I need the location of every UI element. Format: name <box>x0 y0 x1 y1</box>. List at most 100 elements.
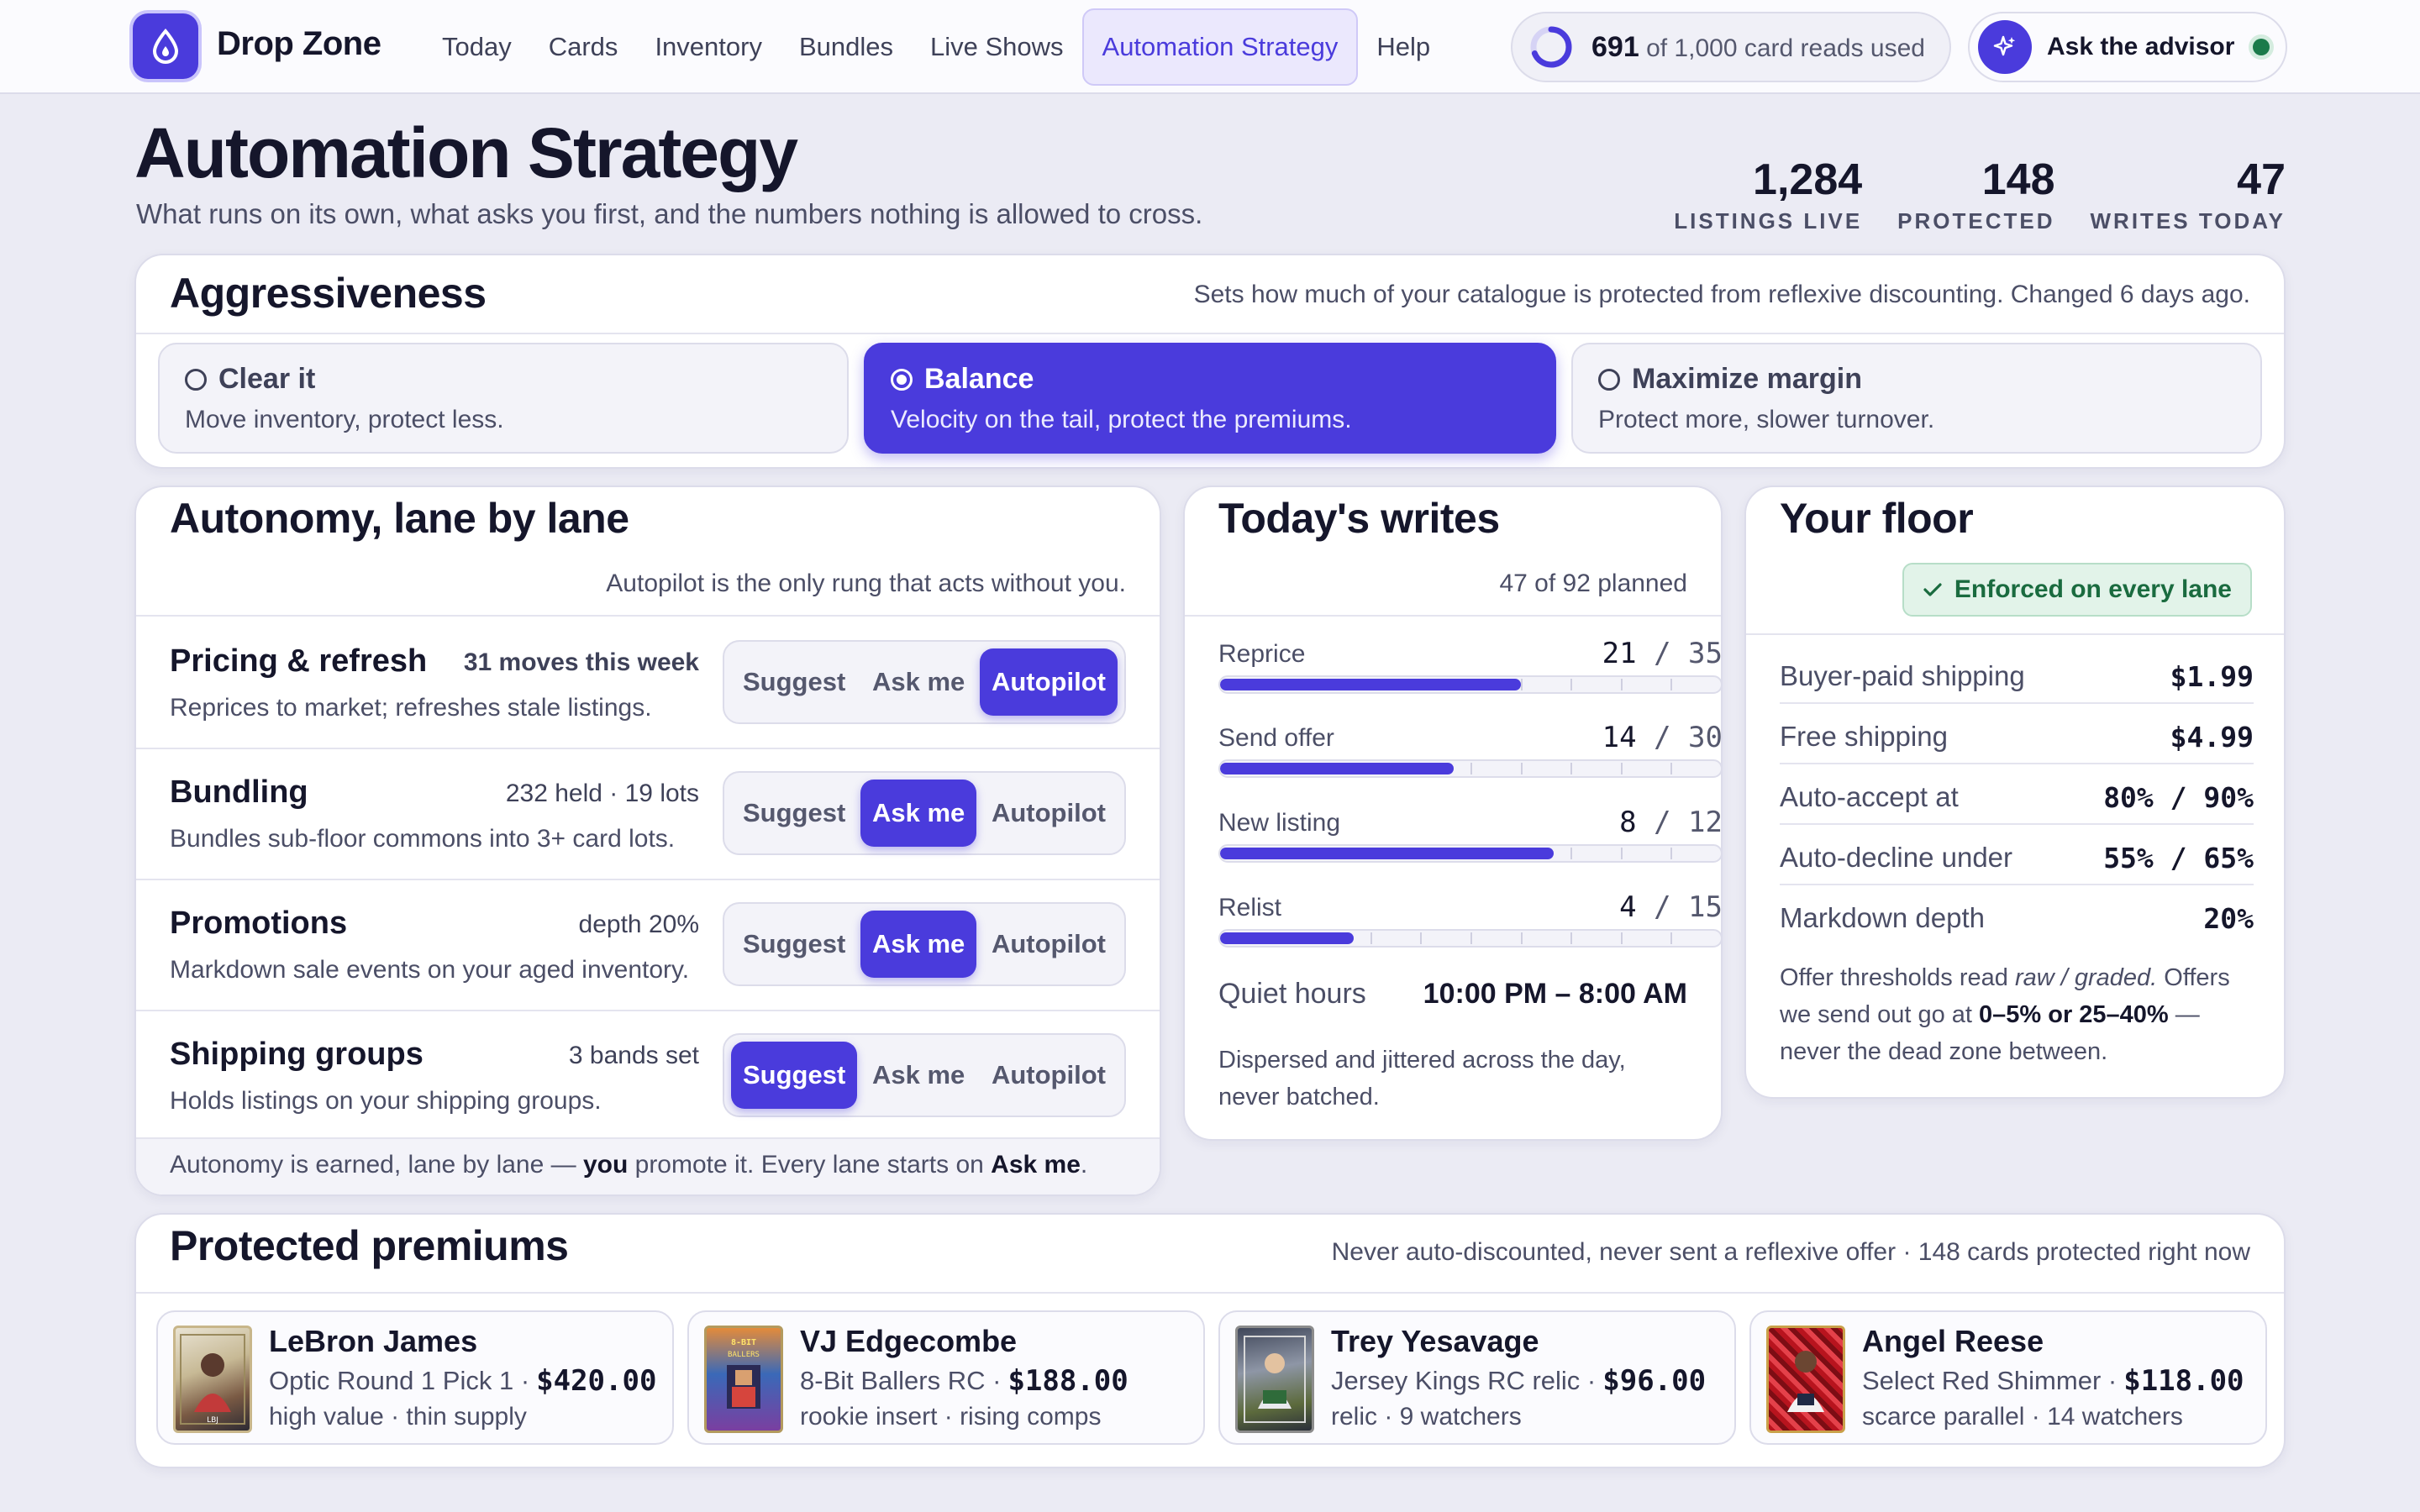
premium-price: $188.00 <box>1007 1364 1128 1398</box>
lane-name: Bundling <box>170 774 308 810</box>
card-reads-usage[interactable]: 691 of 1,000 card reads used <box>1511 12 1951 82</box>
stat-protected: 148 PROTECTED <box>1897 156 2054 234</box>
svg-text:LBJ: LBJ <box>207 1416 218 1425</box>
check-icon <box>1923 583 1942 596</box>
lane-desc: Reprices to market; refreshes stale list… <box>170 694 652 722</box>
floor-value: $1.99 <box>2170 660 2254 693</box>
progress-tick <box>1420 932 1423 944</box>
option-head: Clear it <box>185 363 847 396</box>
mode-suggest-button[interactable]: Suggest <box>731 911 857 978</box>
write-count: 4 / 15 <box>1619 890 1723 924</box>
progress-tick <box>1670 932 1673 944</box>
nav-bundles[interactable]: Bundles <box>781 8 912 86</box>
floor-row-markdown-depth[interactable]: Markdown depth 20% <box>1780 885 2254 946</box>
write-progress-bar <box>1218 929 1721 948</box>
quiet-hours-label: Quiet hours <box>1218 978 1366 1010</box>
floor-row-buyer-paid-shipping[interactable]: Buyer-paid shipping $1.99 <box>1780 643 2254 704</box>
floor-label: Markdown depth <box>1780 902 1985 933</box>
premium-tags: rookie insert · rising comps <box>800 1403 1102 1431</box>
quiet-hours-value: 10:00 PM – 8:00 AM <box>1423 978 1687 1010</box>
lane-desc: Bundles sub-floor commons into 3+ card l… <box>170 825 676 853</box>
stat-writes-today: 47 WRITES TODAY <box>2091 156 2286 234</box>
premium-name: Angel Reese <box>1862 1324 2044 1358</box>
aggressiveness-option-maximize-margin[interactable]: Maximize margin Protect more, slower tur… <box>1571 343 2262 454</box>
premium-set-price: Optic Round 1 Pick 1 · $420.00 <box>269 1364 657 1398</box>
premium-card-vj-edgecombe[interactable]: 8-BIT BALLERS VJ Edgecombe 8-Bit Ballers … <box>687 1310 1205 1445</box>
progress-tick <box>1570 932 1573 944</box>
aggressiveness-option-clear-it[interactable]: Clear it Move inventory, protect less. <box>158 343 849 454</box>
nav-live-shows[interactable]: Live Shows <box>912 8 1082 86</box>
floor-label: Buyer-paid shipping <box>1780 660 2025 691</box>
usage-used: 691 <box>1591 30 1639 63</box>
floor-label: Free shipping <box>1780 721 1948 752</box>
option-head: Maximize margin <box>1598 363 2260 396</box>
mode-suggest-button[interactable]: Suggest <box>731 648 857 716</box>
floor-row-free-shipping[interactable]: Free shipping $4.99 <box>1780 704 2254 764</box>
autonomy-card: Autonomy, lane by lane Autopilot is the … <box>134 486 1161 1196</box>
floor-note: Offer thresholds read raw / graded. Offe… <box>1780 964 2230 1065</box>
progress-tick <box>1620 932 1623 944</box>
option-desc: Velocity on the tail, protect the premiu… <box>891 406 1352 433</box>
mode-autopilot-button[interactable]: Autopilot <box>980 780 1118 847</box>
premium-tags: scarce parallel · 14 watchers <box>1862 1403 2183 1431</box>
sparkle-icon <box>1978 20 2032 74</box>
brand-name[interactable]: Drop Zone <box>217 25 381 63</box>
premium-card-angel-reese[interactable]: Angel Reese Select Red Shimmer · $118.00 … <box>1749 1310 2267 1445</box>
lane-mode-switch: Suggest Ask me Autopilot <box>723 1033 1126 1117</box>
divider <box>136 1292 2284 1294</box>
write-count: 14 / 30 <box>1602 721 1723 754</box>
mode-suggest-button[interactable]: Suggest <box>731 780 857 847</box>
stat-label: PROTECTED <box>1897 208 2055 234</box>
mode-suggest-button[interactable]: Suggest <box>731 1042 858 1109</box>
usage-text: 691 of 1,000 card reads used <box>1591 31 1925 64</box>
premium-card-lebron-james[interactable]: LBJ LeBron James Optic Round 1 Pick 1 · $… <box>156 1310 674 1445</box>
autonomy-note: Autopilot is the only rung that acts wit… <box>606 570 1126 597</box>
progress-tick <box>1670 763 1673 774</box>
aggressiveness-title: Aggressiveness <box>170 270 487 317</box>
divider <box>1746 633 2284 635</box>
radio-selected-icon <box>891 368 913 391</box>
aggressiveness-option-balance[interactable]: Balance Velocity on the tail, protect th… <box>864 343 1556 454</box>
divider <box>136 333 2284 334</box>
premium-tags: relic · 9 watchers <box>1331 1403 1522 1431</box>
premium-price: $96.00 <box>1602 1364 1707 1398</box>
mode-autopilot-button[interactable]: Autopilot <box>980 1042 1118 1109</box>
drop-logo-icon[interactable] <box>133 13 198 79</box>
floor-label: Auto-decline under <box>1780 842 2013 873</box>
mode-autopilot-button[interactable]: Autopilot <box>980 911 1118 978</box>
premium-card-trey-yesavage[interactable]: Trey Yesavage Jersey Kings RC relic · $96… <box>1218 1310 1736 1445</box>
premium-price: $118.00 <box>2123 1364 2244 1398</box>
radio-icon <box>185 368 207 391</box>
progress-tick <box>1520 679 1523 690</box>
top-nav-bar: Drop Zone Today Cards Inventory Bundles … <box>0 0 2420 94</box>
floor-row-auto-decline[interactable]: Auto-decline under 55% / 65% <box>1780 825 2254 885</box>
write-label: Relist <box>1218 894 1282 921</box>
nav-cards[interactable]: Cards <box>530 8 637 86</box>
nav-today[interactable]: Today <box>424 8 530 86</box>
nav-automation-strategy[interactable]: Automation Strategy <box>1081 8 1359 86</box>
lane-mode-switch: Suggest Ask me Autopilot <box>723 902 1126 986</box>
mode-ask-me-button[interactable]: Ask me <box>860 911 977 978</box>
floor-value: 20% <box>2203 902 2254 935</box>
card-thumbnail <box>1235 1326 1314 1433</box>
premium-set-price: 8-Bit Ballers RC · $188.00 <box>800 1364 1128 1398</box>
lane-stat: 31 moves this week <box>463 648 699 676</box>
mode-ask-me-button[interactable]: Ask me <box>860 780 977 847</box>
floor-row-auto-accept[interactable]: Auto-accept at 80% / 90% <box>1780 764 2254 825</box>
nav-inventory[interactable]: Inventory <box>636 8 781 86</box>
floor-value: 80% / 90% <box>2103 781 2254 814</box>
mode-ask-me-button[interactable]: Ask me <box>860 648 976 716</box>
writes-planned: 47 of 92 planned <box>1499 570 1687 597</box>
write-count: 8 / 12 <box>1619 806 1723 839</box>
progress-tick <box>1620 679 1623 690</box>
ask-advisor-button[interactable]: Ask the advisor <box>1968 12 2287 82</box>
svg-text:8-BIT: 8-BIT <box>731 1338 756 1347</box>
lane-bundling: Bundling 232 held · 19 lots Bundles sub-… <box>136 748 1160 879</box>
progress-fill <box>1220 932 1354 944</box>
write-progress-bar <box>1218 844 1721 863</box>
nav-help[interactable]: Help <box>1358 8 1449 86</box>
progress-tick <box>1520 932 1523 944</box>
mode-autopilot-button[interactable]: Autopilot <box>979 648 1118 716</box>
mode-ask-me-button[interactable]: Ask me <box>860 1042 976 1109</box>
option-desc: Protect more, slower turnover. <box>1598 406 1935 433</box>
